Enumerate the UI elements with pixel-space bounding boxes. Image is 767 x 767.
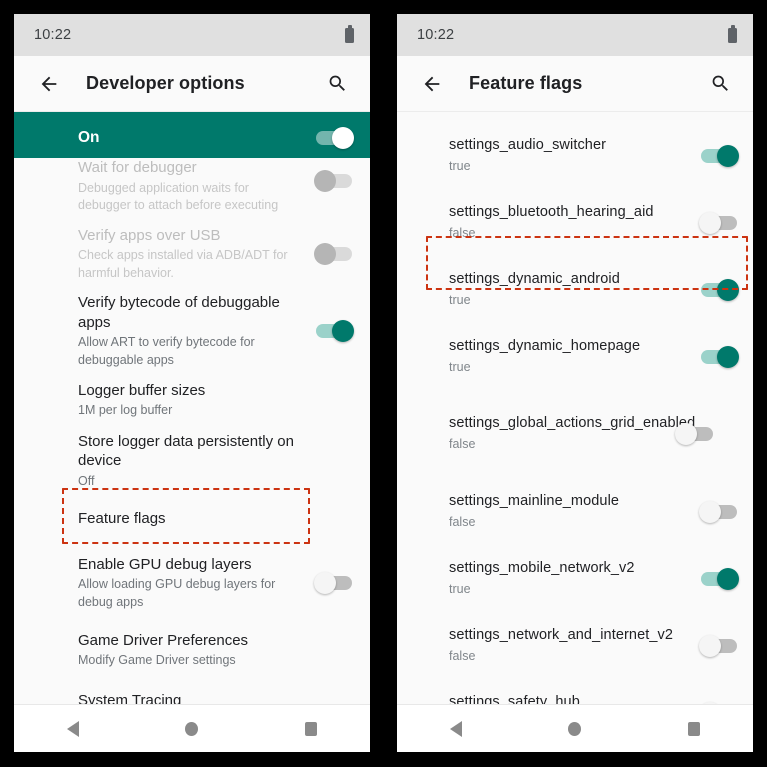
master-toggle-switch[interactable] (316, 127, 354, 149)
flag-name: settings_dynamic_homepage (449, 337, 641, 354)
list-item[interactable]: Logger buffer sizes 1M per log buffer (14, 370, 370, 432)
list-item[interactable]: settings_bluetooth_hearing_aid false (397, 189, 753, 256)
search-icon[interactable] (320, 67, 354, 101)
list-item-subtitle: Allow ART to verify bytecode for debugga… (78, 335, 255, 367)
flag-switch[interactable] (699, 500, 737, 523)
android-nav-bar (14, 704, 370, 752)
phone-screen-feature-flags: 10:22 Feature flags settings_audio_switc… (397, 14, 753, 752)
flag-switch[interactable] (699, 634, 737, 657)
flag-value: false (449, 514, 476, 529)
page-title: Developer options (86, 73, 245, 93)
flag-name: settings_mainline_module (449, 492, 620, 509)
flag-name: settings_dynamic_android (449, 270, 620, 287)
android-nav-bar (397, 704, 753, 752)
list-item[interactable]: Game Driver Preferences Modify Game Driv… (14, 620, 370, 680)
status-bar-clock: 10:22 (417, 27, 455, 43)
battery-icon (728, 25, 737, 43)
list-item-subtitle: 1M per log buffer (78, 403, 173, 418)
flag-value: true (449, 158, 471, 173)
list-item-switch[interactable] (314, 572, 352, 595)
list-item-switch[interactable] (314, 243, 352, 265)
flag-value: true (449, 581, 471, 596)
list-item-title: Verify bytecode of debuggable apps (78, 294, 280, 331)
list-item[interactable]: Store logger data persistently on device… (14, 432, 370, 491)
flag-value: true (449, 292, 471, 307)
list-item-subtitle: Off (78, 473, 95, 488)
list-item-title: Wait for debugger (78, 159, 197, 176)
list-item-switch[interactable] (314, 170, 352, 192)
flag-switch[interactable] (701, 345, 739, 368)
list-item[interactable]: settings_mainline_module false (397, 478, 753, 545)
list-item[interactable]: Enable GPU debug layers Allow loading GP… (14, 546, 370, 620)
flag-value: false (449, 225, 476, 240)
nav-back-icon[interactable] (430, 709, 482, 749)
nav-back-icon[interactable] (47, 709, 99, 749)
list-item-subtitle: Modify Game Driver settings (78, 653, 236, 668)
master-toggle-label: On (78, 129, 100, 146)
flag-switch[interactable] (699, 211, 737, 234)
phone-screen-developer-options: 10:22 Developer options On Wait for debu… (14, 14, 370, 752)
flag-name: settings_global_actions_grid_enabled (449, 415, 696, 432)
screenshot-canvas: 10:22 Developer options On Wait for debu… (0, 0, 767, 767)
list-item[interactable]: settings_network_and_internet_v2 false (397, 612, 753, 679)
list-item-title: Logger buffer sizes (78, 381, 206, 399)
flag-value: false (449, 648, 476, 663)
flag-switch[interactable] (701, 278, 739, 301)
list-item-subtitle: Debugged application waits for debugger … (78, 180, 279, 213)
flag-switch[interactable] (701, 567, 739, 590)
list-item-subtitle: Allow loading GPU debug layers for debug… (78, 577, 276, 609)
arrow-back-icon[interactable] (32, 67, 66, 101)
list-item-title: Store logger data persistently on device (78, 432, 294, 470)
list-item[interactable]: settings_mobile_network_v2 true (397, 545, 753, 612)
developer-options-list: Wait for debugger Debugged application w… (14, 158, 370, 721)
flag-value: false (449, 437, 476, 452)
flag-name: settings_bluetooth_hearing_aid (449, 203, 654, 220)
nav-recents-icon[interactable] (668, 709, 720, 749)
list-item[interactable]: settings_global_actions_grid_enabled fal… (397, 390, 753, 478)
page-title: Feature flags (469, 73, 583, 93)
status-bar: 10:22 (14, 14, 370, 56)
list-item[interactable]: settings_audio_switcher true (397, 122, 753, 189)
list-item[interactable]: settings_dynamic_homepage true (397, 323, 753, 390)
list-item-settings-dynamic-android[interactable]: settings_dynamic_android true (397, 256, 753, 323)
flag-name: settings_audio_switcher (449, 136, 607, 153)
battery-icon (345, 25, 354, 43)
list-item[interactable]: Verify bytecode of debuggable apps Allow… (14, 293, 370, 370)
flag-switch[interactable] (675, 423, 713, 445)
list-item-subtitle: Check apps installed via ADB/ADT for har… (78, 248, 288, 280)
list-item-title: Enable GPU debug layers (78, 555, 252, 573)
list-item-feature-flags[interactable]: Feature flags (14, 490, 370, 546)
flag-name: settings_mobile_network_v2 (449, 559, 635, 576)
arrow-back-icon[interactable] (415, 67, 449, 101)
flag-value: true (449, 359, 471, 374)
list-item-title: Game Driver Preferences (78, 631, 249, 649)
flag-switch[interactable] (701, 144, 739, 167)
nav-home-icon[interactable] (549, 709, 601, 749)
list-item-switch[interactable] (316, 320, 354, 343)
list-item-title: Verify apps over USB (78, 226, 221, 244)
developer-options-master-toggle-row[interactable]: On (14, 112, 370, 164)
list-item-title: Feature flags (78, 509, 166, 527)
list-item[interactable]: Wait for debugger Debugged application w… (14, 158, 370, 215)
list-item[interactable]: Verify apps over USB Check apps installe… (14, 215, 370, 293)
search-icon[interactable] (703, 67, 737, 101)
app-bar: Developer options (14, 56, 370, 112)
nav-home-icon[interactable] (166, 709, 218, 749)
app-bar: Feature flags (397, 56, 753, 112)
status-bar-clock: 10:22 (34, 27, 72, 43)
nav-recents-icon[interactable] (285, 709, 337, 749)
flag-name: settings_network_and_internet_v2 (449, 626, 674, 643)
status-bar: 10:22 (397, 14, 753, 56)
feature-flags-list: settings_audio_switcher true settings_bl… (397, 112, 753, 746)
